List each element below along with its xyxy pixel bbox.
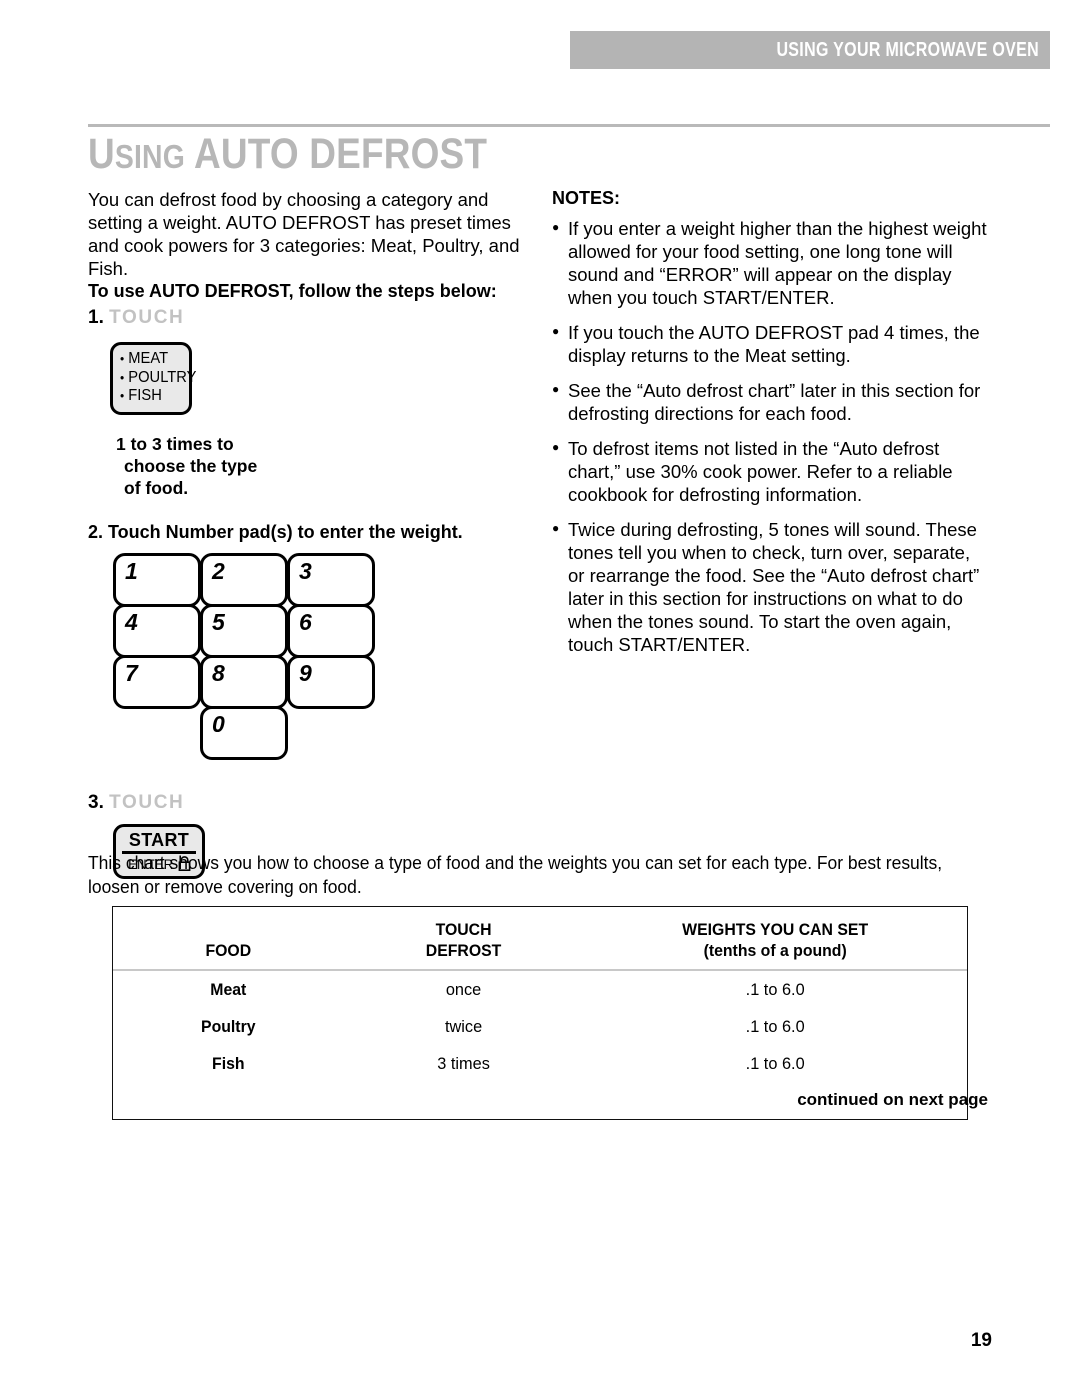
number-key-4-label: 4 [125,608,138,635]
title-rule [88,124,1050,127]
pad-option-meat-label: MEAT [128,350,169,367]
note-item: To defrost items not listed in the “Auto… [552,436,988,506]
column-header-food: FOOD [113,907,344,971]
number-key-1[interactable]: 1 [113,552,201,607]
table-row: Poultry twice .1 to 6.0 [113,1008,967,1045]
cell-weights: .1 to 6.0 [745,980,805,999]
cell-touch-defrost: 3 times [436,1054,490,1073]
column-header-touch-line1: TOUCH [435,920,492,939]
page-number: 19 [970,1330,992,1351]
auto-defrost-chart: FOOD TOUCH DEFROST WEIGHTS YOU CAN SET (… [112,906,968,1120]
step-3-number: 3. [88,791,104,813]
table-row: Meat once .1 to 6.0 [113,970,967,1008]
number-key-5-label: 5 [212,608,225,635]
running-header-text: USING YOUR MICROWAVE OVEN [776,38,1039,61]
number-key-6-label: 6 [299,608,312,635]
meat-poultry-fish-pad[interactable]: • MEAT • POULTRY • FISH [110,342,196,415]
number-key-9[interactable]: 9 [287,654,375,709]
page-title-rest: AUTO DEFROST [184,130,488,178]
number-key-1-label: 1 [125,557,138,584]
number-key-2-label: 2 [212,557,225,584]
cell-weights: .1 to 6.0 [745,1054,805,1073]
table-header-row: FOOD TOUCH DEFROST WEIGHTS YOU CAN SET (… [113,907,967,971]
cell-food: Fish [212,1054,245,1073]
auto-defrost-table: FOOD TOUCH DEFROST WEIGHTS YOU CAN SET (… [113,907,967,1119]
page-title-smallcaps: SING [114,138,185,175]
cell-touch-defrost: once [445,980,481,999]
number-key-8-label: 8 [212,659,225,686]
cell-weights: .1 to 6.0 [745,1017,805,1036]
note-item: If you touch the AUTO DEFROST pad 4 time… [552,320,988,367]
note-item: See the “Auto defrost chart” later in th… [552,378,988,425]
column-header-weights-line1: WEIGHTS YOU CAN SET [681,920,868,939]
step-1-action: TOUCH [109,307,185,328]
table-row: Fish 3 times .1 to 6.0 [113,1045,967,1082]
number-key-0-label: 0 [212,710,225,737]
step-3: 3. TOUCH [88,791,536,815]
step-1-detail-line-1: 1 to 3 times to [116,433,234,454]
step-1-detail-line-2: choose the type [124,455,258,476]
step-1-number: 1. [88,307,104,328]
column-header-weights: WEIGHTS YOU CAN SET (tenths of a pound) [582,907,967,971]
page-title-initial: U [88,130,115,178]
bullet-icon: • [120,369,125,385]
chart-intro-paragraph: This chart shows you how to choose a typ… [88,853,943,897]
number-key-4[interactable]: 4 [113,603,201,658]
start-label: START [128,829,190,850]
note-item: If you enter a weight higher than the hi… [552,216,988,309]
number-keypad: 1 2 3 4 5 6 7 8 9 0 [113,552,383,763]
continued-note: continued on next page [797,1090,988,1109]
bullet-icon: • [120,351,125,366]
number-key-2[interactable]: 2 [200,552,288,607]
number-key-3[interactable]: 3 [287,552,375,607]
step-3-action: TOUCH [109,791,185,813]
note-item: Twice during defrosting, 5 tones will so… [552,517,988,656]
cell-touch-defrost: twice [444,1017,482,1036]
bullet-icon: • [120,388,125,403]
number-key-5[interactable]: 5 [200,603,288,658]
number-key-6[interactable]: 6 [287,603,375,658]
cell-food: Meat [210,980,247,999]
step-1-detail-line-3: of food. [124,477,189,498]
step-1-detail: 1 to 3 times to choose the type of food. [116,433,536,499]
number-key-7-label: 7 [125,659,138,686]
number-key-3-label: 3 [299,557,312,584]
left-column: You can defrost food by choosing a categ… [88,188,536,879]
table-header: FOOD TOUCH DEFROST WEIGHTS YOU CAN SET (… [113,907,967,971]
page-title: USING AUTO DEFROST [88,130,552,179]
step-2: 2. Touch Number pad(s) to enter the weig… [88,521,463,542]
notes-list: If you enter a weight higher than the hi… [552,216,988,656]
number-key-7[interactable]: 7 [113,654,201,709]
intro-paragraph: You can defrost food by choosing a categ… [88,189,520,279]
pad-option-fish: • FISH [120,387,178,406]
number-key-0[interactable]: 0 [200,705,288,760]
running-header-bar: USING YOUR MICROWAVE OVEN [570,31,1050,69]
pad-option-poultry-label: POULTRY [128,368,197,386]
number-key-8[interactable]: 8 [200,654,288,709]
column-header-touch-line2: DEFROST [425,941,501,960]
number-key-9-label: 9 [299,659,312,686]
column-header-touch-defrost: TOUCH DEFROST [343,907,583,971]
pad-option-poultry: • POULTRY [120,369,196,388]
step-1: 1. TOUCH [88,306,536,330]
pad-option-fish-label: FISH [128,387,162,404]
column-header-food-label: FOOD [205,941,252,960]
column-header-weights-line2: (tenths of a pound) [703,941,847,960]
pad-option-meat: • MEAT [120,350,178,369]
notes-heading: NOTES: [552,188,621,208]
cell-food: Poultry [201,1017,256,1036]
notes-column: NOTES: If you enter a weight higher than… [552,188,988,668]
steps-lead: To use AUTO DEFROST, follow the steps be… [88,281,497,301]
